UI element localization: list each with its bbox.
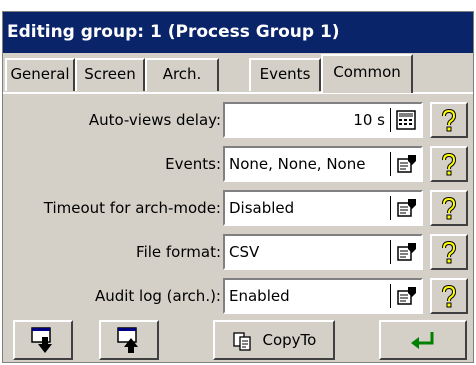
- audit-log-field[interactable]: Enabled: [223, 278, 423, 314]
- enter-button[interactable]: [379, 320, 467, 360]
- list-edit-icon[interactable]: [395, 286, 417, 306]
- bottom-toolbar: CopyTo: [3, 320, 473, 362]
- field-separator: [390, 108, 391, 132]
- field-value: None, None, None: [229, 155, 366, 173]
- field-separator: [390, 196, 391, 220]
- list-edit-icon[interactable]: [395, 242, 417, 262]
- copy-to-label: CopyTo: [262, 331, 317, 349]
- events-field[interactable]: None, None, None: [223, 146, 423, 182]
- tab-bar: General Screen Arch. Events Common: [3, 54, 473, 93]
- help-question-icon: [442, 152, 457, 175]
- list-edit-icon[interactable]: [395, 154, 417, 174]
- help-button[interactable]: [430, 146, 468, 182]
- setting-row-timeout-arch-mode: Timeout for arch-mode: Disabled: [3, 190, 473, 226]
- setting-row-audit-log: Audit log (arch.): Enabled: [3, 278, 473, 314]
- download-icon: [31, 327, 52, 353]
- editing-group-dialog: Editing group: 1 (Process Group 1) Gener…: [2, 11, 474, 363]
- setting-label: File format:: [136, 243, 221, 261]
- auto-views-delay-field[interactable]: 10 s: [223, 102, 423, 138]
- setting-row-events: Events: None, None, None: [3, 146, 473, 182]
- list-edit-icon[interactable]: [395, 198, 417, 218]
- dialog-title: Editing group: 1 (Process Group 1): [3, 12, 473, 53]
- copy-icon: [233, 331, 251, 351]
- tab-common[interactable]: Common: [321, 54, 413, 93]
- calculator-icon[interactable]: [395, 110, 417, 130]
- copy-to-button[interactable]: CopyTo: [213, 320, 335, 360]
- field-value: 10 s: [353, 111, 385, 129]
- field-value: Disabled: [229, 199, 295, 217]
- field-separator: [390, 284, 391, 308]
- field-value: CSV: [229, 243, 260, 261]
- help-button[interactable]: [430, 278, 468, 314]
- help-question-icon: [442, 196, 457, 219]
- setting-label: Auto-views delay:: [88, 111, 221, 129]
- upload-icon: [117, 327, 138, 353]
- load-settings-button[interactable]: [99, 320, 159, 360]
- help-question-icon: [442, 108, 457, 131]
- setting-label: Events:: [165, 155, 221, 173]
- tab-screen[interactable]: Screen: [75, 58, 145, 91]
- tab-general[interactable]: General: [5, 58, 75, 91]
- setting-label: Audit log (arch.):: [94, 287, 221, 305]
- help-question-icon: [442, 240, 457, 263]
- help-button[interactable]: [430, 190, 468, 226]
- save-settings-button[interactable]: [13, 320, 73, 360]
- help-question-icon: [442, 284, 457, 307]
- help-button[interactable]: [430, 102, 468, 138]
- field-separator: [390, 152, 391, 176]
- field-value: Enabled: [229, 287, 290, 305]
- enter-arrow-icon: [411, 332, 434, 349]
- tab-arch[interactable]: Arch.: [145, 58, 219, 91]
- file-format-field[interactable]: CSV: [223, 234, 423, 270]
- field-separator: [390, 240, 391, 264]
- timeout-arch-mode-field[interactable]: Disabled: [223, 190, 423, 226]
- setting-label: Timeout for arch-mode:: [43, 199, 221, 217]
- setting-row-file-format: File format: CSV: [3, 234, 473, 270]
- tab-events[interactable]: Events: [249, 58, 321, 91]
- setting-row-auto-views-delay: Auto-views delay: 10 s: [3, 102, 473, 138]
- help-button[interactable]: [430, 234, 468, 270]
